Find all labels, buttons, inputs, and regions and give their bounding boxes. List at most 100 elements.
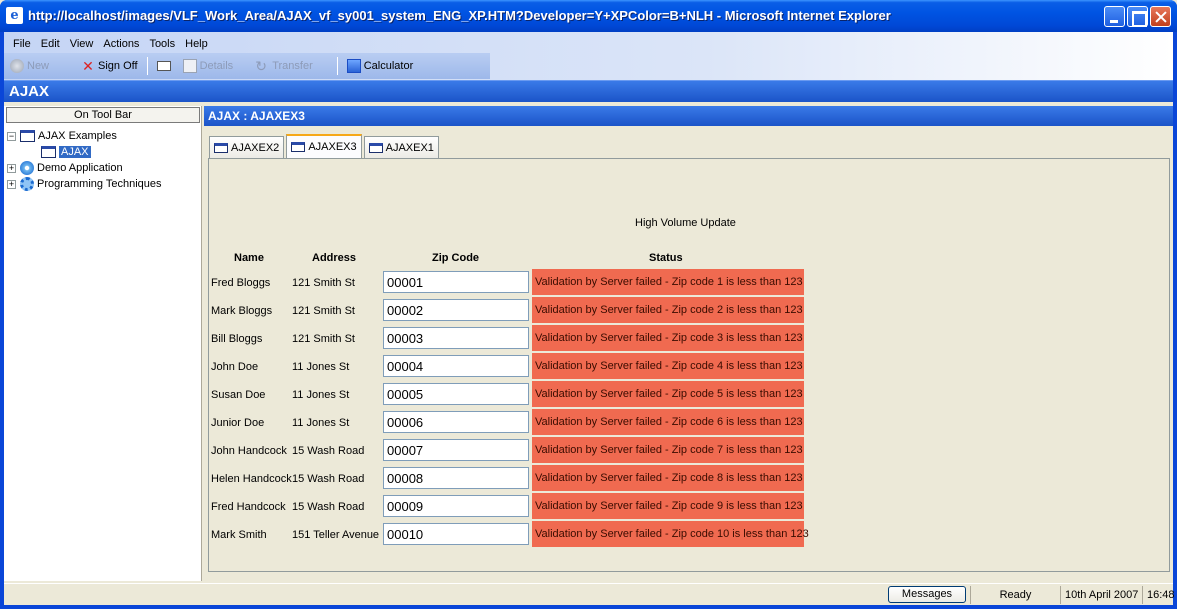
row-name: Helen Handcock [211,473,292,485]
expand-icon[interactable]: + [7,163,16,173]
new-button[interactable]: New [4,55,55,77]
tab-ajaxex3[interactable]: AJAXEX3 [286,134,362,158]
toolbar: New ✕ Sign Off Details ↻ Transfer Calcul… [4,53,490,79]
close-button[interactable] [1150,6,1171,27]
table-row: Mark Bloggs 121 Smith St 00002 Validatio… [209,297,1169,323]
collapse-icon[interactable]: − [7,131,16,141]
status-message: Validation by Server failed - Zip code 5… [532,381,804,407]
gear-icon [20,177,34,191]
tree-item-programming-techniques[interactable]: + Programming Techniques [7,176,162,192]
row-address: 15 Wash Road [292,501,365,513]
column-header-address: Address [312,252,357,264]
tree-item-label: Demo Application [37,162,123,174]
pane-header: AJAX : AJAXEX3 [204,106,1173,126]
transfer-button[interactable]: ↻ Transfer [249,55,319,77]
messages-button[interactable]: Messages [888,586,966,603]
zip-code-input[interactable]: 00008 [383,467,529,489]
row-address: 15 Wash Road [292,473,365,485]
app-header: AJAX [4,80,1173,102]
menu-tools[interactable]: Tools [144,36,180,52]
column-header-zip: Zip Code [432,252,480,264]
status-date: 10th April 2007 [1060,586,1142,604]
details-icon [182,59,197,73]
tab-ajaxex1[interactable]: AJAXEX1 [363,136,439,158]
row-name: Mark Bloggs [211,305,273,317]
status-message: Validation by Server failed - Zip code 1… [532,269,804,295]
row-name: John Doe [211,361,259,373]
tree-item-label: AJAX [59,146,91,158]
row-address: 15 Wash Road [292,445,365,457]
column-header-name: Name [234,252,264,264]
zip-code-input[interactable]: 00003 [383,327,529,349]
sign-off-icon: ✕ [82,58,94,74]
row-name: Junior Doe [211,417,265,429]
title-bar[interactable]: e http://localhost/images/VLF_Work_Area/… [0,0,1177,32]
status-message: Validation by Server failed - Zip code 3… [532,325,804,351]
menu-view[interactable]: View [65,36,99,52]
zip-code-input[interactable]: 00002 [383,299,529,321]
tab-panel: High Volume Update Name Address Zip Code… [208,158,1170,572]
table-row: John Handcock 15 Wash Road 00007 Validat… [209,437,1169,463]
status-message: Validation by Server failed - Zip code 2… [532,297,804,323]
expand-icon[interactable]: + [7,179,16,189]
status-message: Validation by Server failed - Zip code 8… [532,465,804,491]
zip-code-input[interactable]: 00009 [383,495,529,517]
table-row: Helen Handcock 15 Wash Road 00008 Valida… [209,465,1169,491]
status-message: Validation by Server failed - Zip code 1… [532,521,809,547]
calculator-button[interactable]: Calculator [341,55,420,77]
navigation-tree: − AJAX Examples AJAX + Demo Application … [7,128,162,192]
tab-ajaxex2[interactable]: AJAXEX2 [209,136,285,158]
row-name: Susan Doe [211,389,266,401]
menu-edit[interactable]: Edit [36,36,65,52]
tree-item-ajax[interactable]: AJAX [7,144,162,160]
status-time: 16:48 [1142,586,1175,604]
menu-band: File Edit View Actions Tools Help New ✕ … [4,32,1173,80]
table-row: John Doe 11 Jones St 00004 Validation by… [209,353,1169,379]
window-title: http://localhost/images/VLF_Work_Area/AJ… [28,8,891,23]
details-button[interactable]: Details [177,55,240,77]
maximize-button[interactable] [1127,6,1148,27]
row-address: 11 Jones St [292,417,350,429]
tab-strip: AJAXEX2 AJAXEX3 AJAXEX1 [209,134,441,158]
status-message: Validation by Server failed - Zip code 7… [532,437,804,463]
details-label: Details [199,60,234,72]
menu-actions[interactable]: Actions [98,36,144,52]
menu-file[interactable]: File [8,36,36,52]
zip-code-input[interactable]: 00001 [383,271,529,293]
transfer-icon: ↻ [255,58,267,74]
row-address: 121 Smith St [292,305,355,317]
tab-label: AJAXEX2 [231,141,280,154]
status-ready: Ready [970,586,1060,604]
menu-help[interactable]: Help [180,36,213,52]
window-icon [291,142,306,152]
zip-code-input[interactable]: 00010 [383,523,529,545]
sign-off-button[interactable]: ✕ Sign Off [75,55,144,77]
zip-code-input[interactable]: 00006 [383,411,529,433]
menu-bar: File Edit View Actions Tools Help [8,36,213,52]
transfer-label: Transfer [272,60,313,72]
table-row: Junior Doe 11 Jones St 00006 Validation … [209,409,1169,435]
minimize-button[interactable] [1104,6,1125,27]
tree-item-demo-application[interactable]: + Demo Application [7,160,162,176]
on-tool-bar-button[interactable]: On Tool Bar [6,107,200,123]
row-name: John Handcock [211,445,287,457]
table-row: Susan Doe 11 Jones St 00005 Validation b… [209,381,1169,407]
ie-logo-icon: e [6,7,23,24]
table-row: Bill Bloggs 121 Smith St 00003 Validatio… [209,325,1169,351]
row-address: 121 Smith St [292,277,355,289]
zip-code-input[interactable]: 00004 [383,355,529,377]
calculator-icon [346,59,361,73]
cd-icon [20,161,34,175]
navigation-pane: On Tool Bar − AJAX Examples AJAX + Demo … [4,106,202,581]
zip-code-input[interactable]: 00005 [383,383,529,405]
status-message: Validation by Server failed - Zip code 9… [532,493,804,519]
row-name: Mark Smith [211,529,267,541]
window-icon [368,142,383,153]
mail-icon [156,61,171,71]
window-icon [41,146,56,158]
mail-button[interactable] [151,55,177,77]
status-bar: Messages Ready 10th April 2007 16:48 [4,583,1175,605]
toolbar-separator [336,57,338,75]
tree-item-ajax-examples[interactable]: − AJAX Examples [7,128,162,144]
zip-code-input[interactable]: 00007 [383,439,529,461]
